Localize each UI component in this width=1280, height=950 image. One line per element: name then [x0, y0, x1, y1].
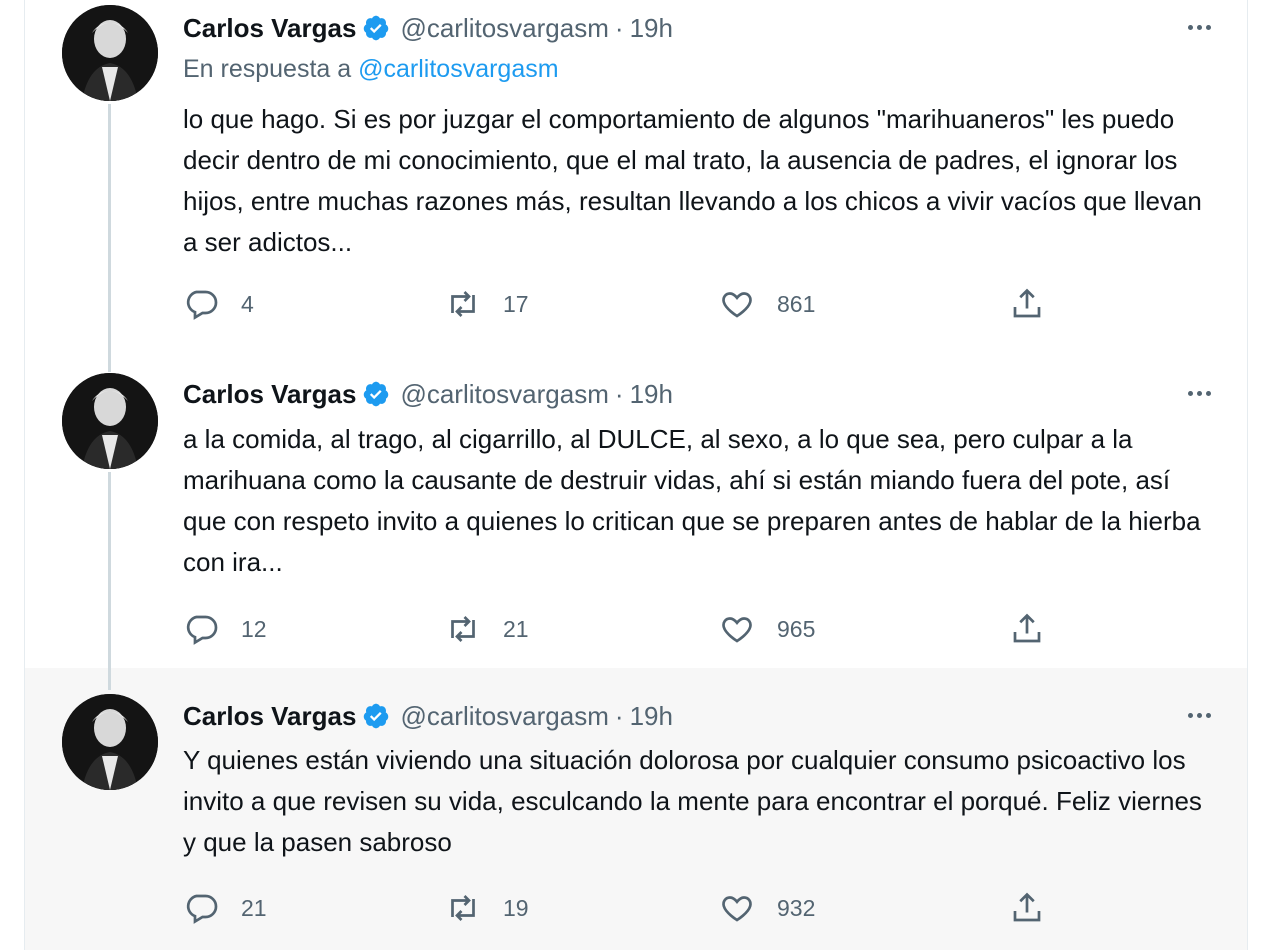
like-count: 965 — [777, 615, 816, 642]
author-handle[interactable]: @carlitosvargasm — [400, 701, 608, 732]
reply-button[interactable]: 12 — [183, 609, 267, 649]
reply-mention-link[interactable]: @carlitosvargasm — [358, 55, 558, 83]
separator: · — [614, 700, 624, 731]
timestamp[interactable]: 19h — [630, 13, 673, 44]
like-button[interactable]: 932 — [719, 888, 815, 928]
reply-count: 4 — [241, 290, 254, 317]
retweet-count: 19 — [503, 894, 529, 921]
verified-badge-icon — [362, 14, 390, 42]
reply-button[interactable]: 4 — [183, 284, 254, 324]
tweet-header: Carlos Vargas @carlitosvargasm · 19h — [183, 10, 1219, 46]
verified-badge-icon — [362, 702, 390, 730]
author-name[interactable]: Carlos Vargas — [183, 13, 356, 44]
tweet-actions: 21 19 932 — [183, 888, 1083, 928]
reply-count: 21 — [241, 894, 267, 921]
timestamp[interactable]: 19h — [630, 701, 673, 732]
reply-button[interactable]: 21 — [183, 888, 267, 928]
tweet-text: lo que hago. Si es por juzgar el comport… — [183, 104, 1202, 257]
author-name[interactable]: Carlos Vargas — [183, 701, 356, 732]
like-button[interactable]: 861 — [719, 284, 815, 324]
tweet-actions: 12 21 965 — [183, 609, 1083, 649]
tweet-text: a la comida, al trago, al cigarrillo, al… — [183, 424, 1201, 577]
share-button[interactable] — [1009, 284, 1045, 324]
tweet-actions: 4 17 861 — [183, 284, 1083, 324]
tweet[interactable]: Carlos Vargas @carlitosvargasm · 19h a l… — [25, 360, 1247, 668]
thread-line — [108, 360, 111, 372]
like-count: 861 — [777, 290, 816, 317]
like-icon — [722, 617, 752, 643]
tweet-header: Carlos Vargas @carlitosvargasm · 19h — [183, 698, 1219, 734]
retweet-button[interactable]: 21 — [445, 609, 529, 649]
reply-icon — [186, 290, 218, 320]
reply-icon — [186, 615, 218, 645]
thread-line — [108, 472, 111, 668]
timeline: Carlos Vargas @carlitosvargasm · 19h En … — [24, 0, 1248, 950]
thread-line — [108, 104, 111, 360]
more-icon[interactable] — [1179, 378, 1219, 408]
more-icon[interactable] — [1179, 700, 1219, 730]
separator: · — [614, 378, 624, 409]
share-button[interactable] — [1009, 609, 1045, 649]
reply-count: 12 — [241, 615, 267, 642]
author-handle[interactable]: @carlitosvargasm — [400, 379, 608, 410]
share-button[interactable] — [1009, 888, 1045, 928]
verified-badge-icon — [362, 380, 390, 408]
timestamp[interactable]: 19h — [630, 379, 673, 410]
share-icon — [1013, 613, 1041, 643]
share-icon — [1013, 892, 1041, 922]
retweet-icon — [451, 616, 475, 642]
like-icon — [722, 896, 752, 922]
retweet-button[interactable]: 19 — [445, 888, 529, 928]
thread-line — [108, 668, 111, 690]
retweet-button[interactable]: 17 — [445, 284, 529, 324]
avatar[interactable] — [62, 694, 158, 790]
retweet-icon — [451, 895, 475, 921]
reply-prefix: En respuesta a — [183, 55, 352, 83]
author-handle[interactable]: @carlitosvargasm — [400, 13, 608, 44]
tweet-text: Y quienes están viviendo una situación d… — [183, 745, 1202, 857]
retweet-icon — [451, 291, 475, 317]
reply-context: En respuesta a @carlitosvargasm — [183, 55, 559, 84]
like-icon — [722, 292, 752, 318]
more-icon[interactable] — [1179, 12, 1219, 42]
separator: · — [614, 12, 624, 43]
tweet[interactable]: Carlos Vargas @carlitosvargasm · 19h Y q… — [25, 668, 1247, 950]
like-count: 932 — [777, 894, 816, 921]
retweet-count: 21 — [503, 615, 529, 642]
share-icon — [1013, 288, 1041, 318]
avatar[interactable] — [62, 5, 158, 101]
reply-icon — [186, 894, 218, 924]
like-button[interactable]: 965 — [719, 609, 815, 649]
retweet-count: 17 — [503, 290, 529, 317]
tweet-header: Carlos Vargas @carlitosvargasm · 19h — [183, 376, 1219, 412]
author-name[interactable]: Carlos Vargas — [183, 379, 356, 410]
tweet[interactable]: Carlos Vargas @carlitosvargasm · 19h En … — [25, 0, 1247, 360]
avatar[interactable] — [62, 373, 158, 469]
